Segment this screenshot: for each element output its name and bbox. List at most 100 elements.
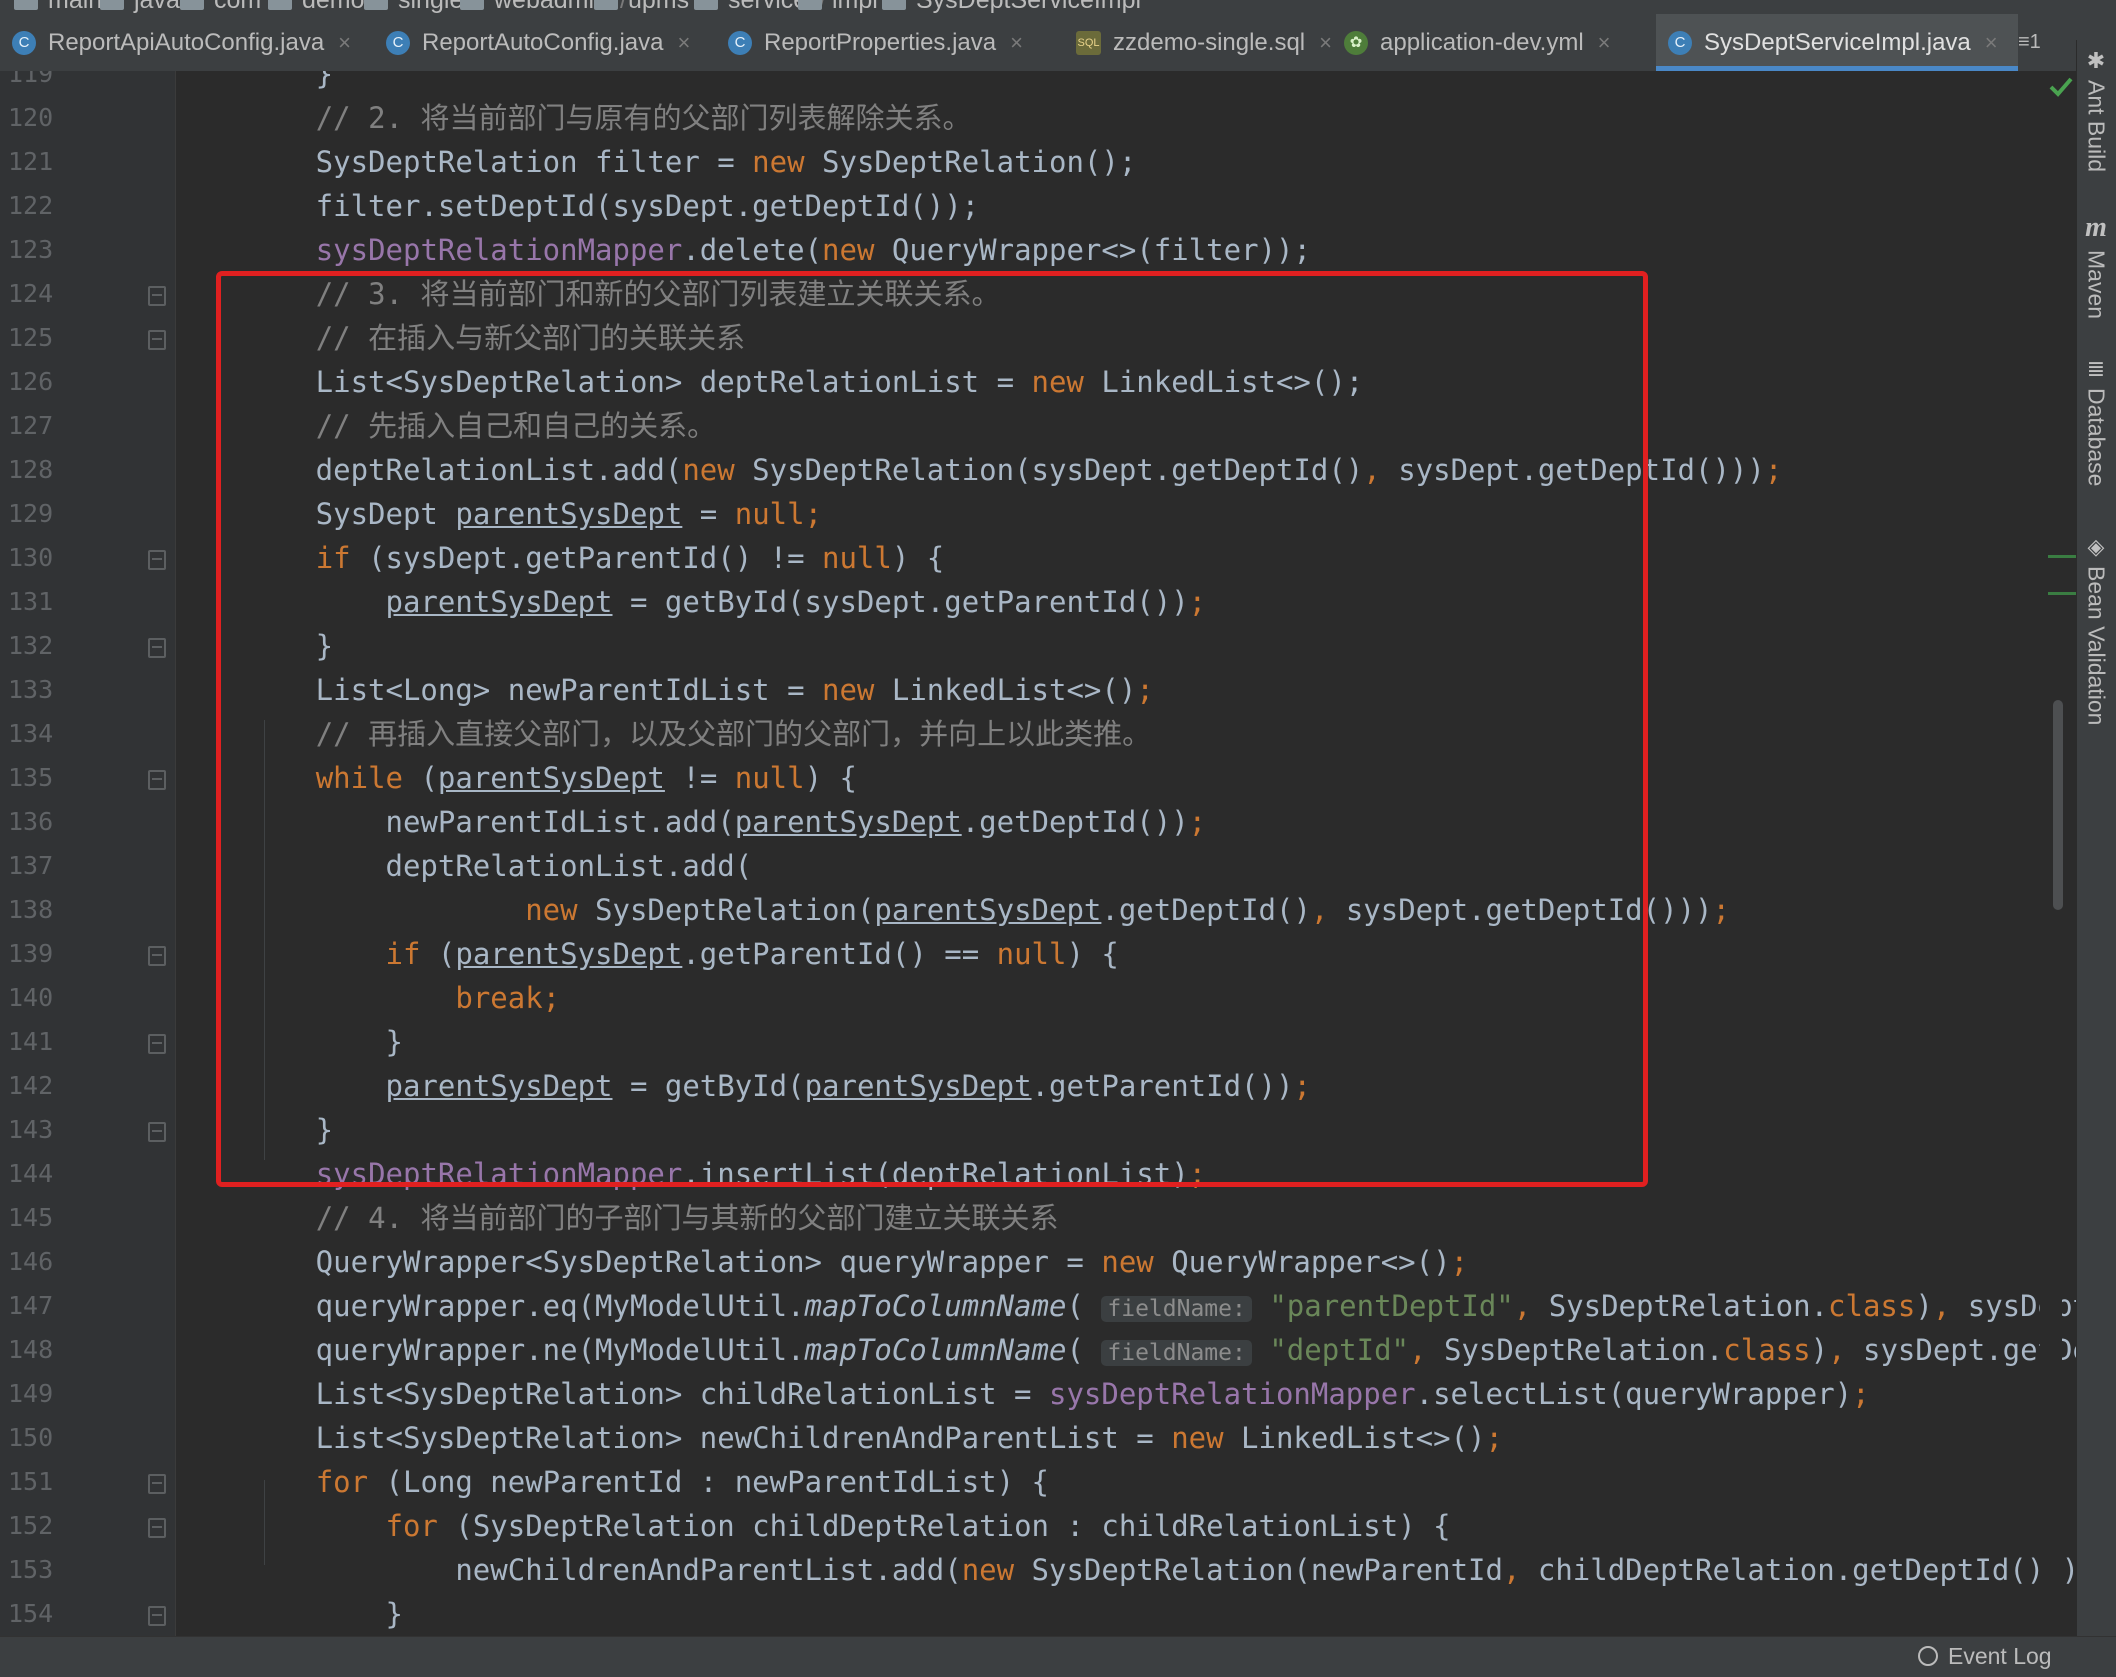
folder-icon (180, 0, 204, 11)
code-line[interactable]: queryWrapper.ne(MyModelUtil.mapToColumnN… (176, 1328, 2076, 1372)
code-line[interactable]: List<SysDeptRelation> deptRelationList =… (176, 360, 1364, 404)
code-line[interactable]: // 2. 将当前部门与原有的父部门列表解除关系。 (176, 96, 972, 140)
fold-marker-icon[interactable] (148, 1122, 166, 1142)
code-line[interactable]: } (176, 1592, 403, 1636)
folder-icon (14, 0, 38, 11)
code-line[interactable]: SysDept parentSysDept = null; (176, 492, 822, 536)
code-line[interactable]: SysDeptRelation filter = new SysDeptRela… (176, 140, 1137, 184)
line-number: 150 (8, 1423, 54, 1452)
code-token: new (1031, 365, 1084, 399)
code-token: filter.setDeptId(sysDept.getDeptId()); (176, 189, 980, 223)
code-line[interactable]: deptRelationList.add(new SysDeptRelation… (176, 448, 1783, 492)
code-line[interactable]: for (SysDeptRelation childDeptRelation :… (176, 1504, 1451, 1548)
event-log-button[interactable]: Event Log (1918, 1636, 2052, 1676)
code-line[interactable]: parentSysDept = getById(parentSysDept.ge… (176, 1064, 1311, 1108)
editor-scrollbar-thumb[interactable] (2053, 700, 2063, 910)
breadcrumb-item[interactable]: upms/ (594, 0, 708, 14)
line-number: 145 (8, 1203, 54, 1232)
code-line[interactable]: filter.setDeptId(sysDept.getDeptId()); (176, 184, 979, 228)
editor-tab[interactable]: SQL zzdemo-single.sql × (1064, 14, 1332, 71)
line-number: 129 (8, 499, 54, 528)
fold-marker-icon[interactable] (148, 330, 166, 350)
fold-marker-icon[interactable] (148, 1606, 166, 1626)
fold-marker-icon[interactable] (148, 1474, 166, 1494)
code-line[interactable]: if (sysDept.getParentId() != null) { (176, 536, 945, 580)
code-token: if (385, 937, 421, 971)
editor-tab[interactable]: ✿ application-dev.yml × (1332, 14, 1656, 71)
code-line[interactable]: break; (176, 976, 560, 1020)
code-token: new (752, 145, 805, 179)
editor-tab[interactable]: C ReportProperties.java × (716, 14, 1064, 71)
tool-tab-ant-build[interactable]: ✱ Ant Build (2078, 48, 2114, 172)
code-line[interactable]: // 3. 将当前部门和新的父部门列表建立关联关系。 (176, 272, 1001, 316)
fold-marker-icon[interactable] (148, 946, 166, 966)
editor-tab[interactable]: C SysDeptServiceImpl.java × (1656, 14, 2018, 71)
code-line[interactable]: parentSysDept = getById(sysDept.getParen… (176, 580, 1207, 624)
java-class-icon: C (386, 30, 410, 55)
code-line[interactable]: newChildrenAndParentList.add(new SysDept… (176, 1548, 2076, 1592)
code-line[interactable]: } (176, 1108, 333, 1152)
close-tab-icon[interactable]: × (677, 30, 690, 56)
code-line[interactable]: } (176, 624, 333, 668)
fold-marker-icon[interactable] (148, 1034, 166, 1054)
code-line[interactable]: // 在插入与新父部门的关联关系 (176, 316, 745, 360)
bean-validation-icon: ◈ (2087, 534, 2105, 559)
code-line[interactable]: } (176, 71, 333, 96)
code-token: = (682, 497, 735, 531)
code-editor[interactable]: } // 2. 将当前部门与原有的父部门列表解除关系。 SysDeptRelat… (176, 71, 2076, 1636)
code-line[interactable]: queryWrapper.eq(MyModelUtil.mapToColumnN… (176, 1284, 2076, 1328)
code-line[interactable]: deptRelationList.add( (176, 844, 753, 888)
tab-overflow-menu[interactable]: ≡1 (2018, 14, 2041, 71)
line-number: 119 (8, 71, 54, 88)
code-line[interactable]: List<SysDeptRelation> newChildrenAndPare… (176, 1416, 1503, 1460)
fold-marker-icon[interactable] (148, 1518, 166, 1538)
tool-tab-database[interactable]: ≣ Database (2078, 356, 2114, 486)
code-token: new (1171, 1421, 1224, 1455)
code-line[interactable]: // 先插入自己和自己的关系。 (176, 404, 716, 448)
editor-tab[interactable]: C ReportAutoConfig.java × (374, 14, 714, 71)
code-line[interactable]: while (parentSysDept != null) { (176, 756, 857, 800)
code-line[interactable]: for (Long newParentId : newParentIdList)… (176, 1460, 1049, 1504)
code-line[interactable]: // 再插入直接父部门，以及父部门的父部门，并向上以此类推。 (176, 712, 1151, 756)
editor-tab[interactable]: C ReportApiAutoConfig.java × (0, 14, 374, 71)
fold-marker-icon[interactable] (148, 638, 166, 658)
breadcrumb-item[interactable]: SysDeptServiceImpl (882, 0, 1141, 14)
code-line[interactable]: if (parentSysDept.getParentId() == null)… (176, 932, 1119, 976)
fold-marker-icon[interactable] (148, 770, 166, 790)
maven-icon: m (2085, 212, 2107, 243)
code-line[interactable]: new SysDeptRelation(parentSysDept.getDep… (176, 888, 1730, 932)
close-tab-icon[interactable]: × (1598, 30, 1611, 56)
code-line[interactable]: } (176, 1020, 403, 1064)
code-line[interactable]: List<SysDeptRelation> childRelationList … (176, 1372, 1870, 1416)
line-number: 137 (8, 851, 54, 880)
close-tab-icon[interactable]: × (1985, 30, 1998, 56)
code-token: LinkedList<>() (874, 673, 1137, 707)
tool-tab-bean-validation[interactable]: ◈ Bean Validation (2078, 534, 2114, 725)
close-tab-icon[interactable]: × (338, 30, 351, 56)
code-line[interactable]: List<Long> newParentIdList = new LinkedL… (176, 668, 1154, 712)
code-line[interactable]: newParentIdList.add(parentSysDept.getDep… (176, 800, 1207, 844)
sql-file-icon: SQL (1076, 30, 1102, 55)
fold-marker-icon[interactable] (148, 286, 166, 306)
code-line[interactable]: sysDeptRelationMapper.delete(new QueryWr… (176, 228, 1311, 272)
tab-label: ReportAutoConfig.java (422, 28, 664, 56)
code-line[interactable]: // 4. 将当前部门的子部门与其新的父部门建立关联关系 (176, 1196, 1059, 1240)
event-log-label: Event Log (1948, 1643, 2052, 1669)
folder-icon (594, 0, 618, 11)
code-line[interactable]: sysDeptRelationMapper.insertList(deptRel… (176, 1152, 1206, 1196)
close-tab-icon[interactable]: × (1010, 30, 1023, 56)
breadcrumb-item[interactable]: com/ (180, 0, 280, 14)
code-line[interactable]: QueryWrapper<SysDeptRelation> queryWrapp… (176, 1240, 1468, 1284)
code-token: // 2. 将当前部门与原有的父部门列表解除关系。 (315, 101, 972, 135)
code-token: parentSysDept (455, 937, 683, 971)
fold-marker-icon[interactable] (148, 550, 166, 570)
close-tab-icon[interactable]: × (1319, 30, 1332, 56)
tool-tab-maven[interactable]: m Maven (2078, 212, 2114, 319)
code-token: null (734, 761, 805, 795)
parameter-hint: fieldName: (1101, 1296, 1252, 1322)
code-token: null (996, 937, 1067, 971)
line-number: 131 (8, 587, 54, 616)
